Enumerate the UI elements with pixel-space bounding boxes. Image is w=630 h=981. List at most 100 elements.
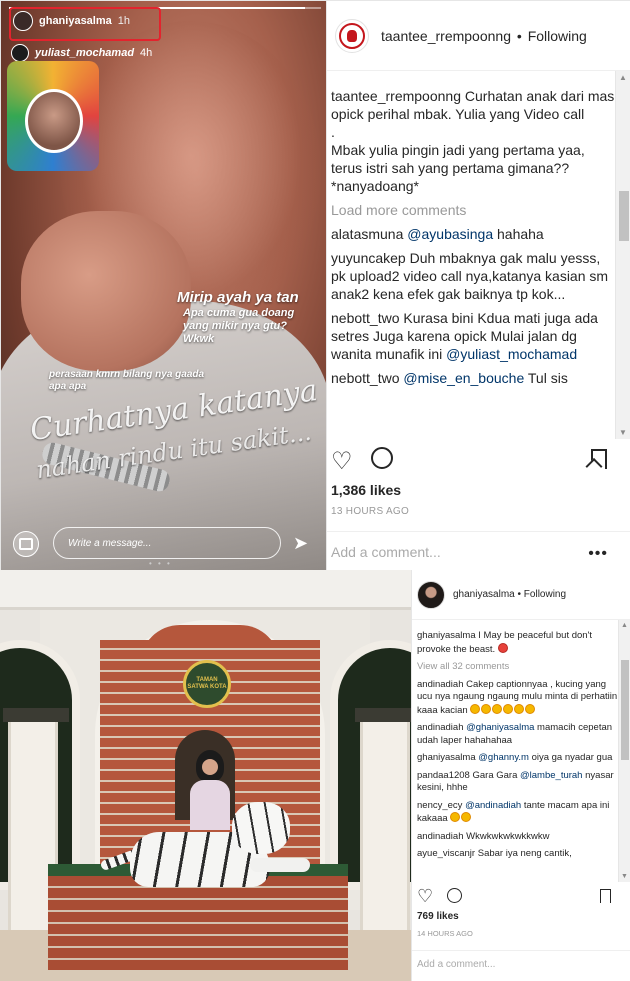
post-time: 14 HOURS AGO bbox=[417, 929, 473, 938]
separator-dot: • bbox=[516, 27, 522, 44]
heart-icon[interactable]: ♡ bbox=[417, 886, 433, 907]
pillar-cap bbox=[355, 708, 411, 722]
comment-text: Tul sis bbox=[524, 370, 568, 386]
comment-mention[interactable]: @lambe_turah bbox=[520, 770, 582, 781]
comment-mention[interactable]: @andinadiah bbox=[465, 800, 521, 811]
mention-username[interactable]: yuliast_mochamad bbox=[35, 47, 134, 59]
roof-image bbox=[0, 570, 411, 610]
comment-username[interactable]: andinadiah bbox=[417, 831, 464, 842]
scroll-thumb[interactable] bbox=[621, 660, 629, 760]
post-header: ghaniyasalma • Following bbox=[412, 570, 630, 620]
post-header: taantee_rrempoonng • Following bbox=[327, 1, 630, 71]
scroll-up-icon[interactable]: ▲ bbox=[619, 73, 627, 82]
laughing-emoji-icon bbox=[481, 703, 492, 714]
comments-scrollbar[interactable]: ▲ ▼ bbox=[618, 620, 630, 882]
comment-username[interactable]: andinadiah bbox=[417, 722, 464, 733]
comment-row: yuyuncakep Duh mbaknya gak malu yesss, p… bbox=[331, 249, 615, 303]
bookmark-icon[interactable] bbox=[591, 449, 607, 469]
scroll-down-icon[interactable]: ▼ bbox=[621, 873, 628, 880]
comment-username[interactable]: nebott_two bbox=[331, 310, 400, 326]
scroll-up-icon[interactable]: ▲ bbox=[621, 622, 628, 629]
bookmark-icon[interactable] bbox=[600, 889, 611, 903]
caption-username[interactable]: ghaniyasalma bbox=[417, 630, 476, 641]
camera-icon[interactable] bbox=[13, 531, 39, 557]
laughing-emoji-icon bbox=[525, 703, 536, 714]
comment-username[interactable]: andinadiah bbox=[417, 679, 464, 690]
laughing-emoji-icon bbox=[450, 812, 461, 822]
comment-mention[interactable]: @ghaniyasalma bbox=[466, 722, 534, 733]
comment-username[interactable]: yuyuncakep bbox=[331, 250, 406, 266]
load-more-comments-link[interactable]: Load more comments bbox=[331, 201, 615, 219]
instagram-post-top: ghaniyasalma 1h yuliast_mochamad 4h Miri… bbox=[0, 0, 630, 571]
post-panel-top: taantee_rrempoonng • Following taantee_r… bbox=[326, 1, 630, 571]
comment-username[interactable]: nebott_two bbox=[331, 370, 400, 386]
account-avatar[interactable] bbox=[417, 580, 445, 609]
comment-icon[interactable] bbox=[447, 888, 462, 903]
follow-status[interactable]: Following bbox=[528, 28, 587, 44]
account-username[interactable]: ghaniyasalma bbox=[453, 589, 515, 600]
story-text-2: Apa cuma gua doang yang mikir nya gtu? W… bbox=[183, 307, 295, 345]
laughing-emoji-icon bbox=[503, 703, 514, 714]
likes-count[interactable]: 769 likes bbox=[417, 911, 459, 922]
comment-row: ghaniyasalma @ghanny.m oiya ga nyadar gu… bbox=[417, 752, 618, 765]
comment-text: Sabar iya neng cantik, bbox=[477, 848, 572, 859]
comment-username[interactable]: alatasmuna bbox=[331, 226, 403, 242]
hand-image bbox=[21, 211, 191, 371]
caption: taantee_rrempoonng Curhatan anak dari ma… bbox=[331, 87, 615, 195]
comment-mention[interactable]: @ghanny.m bbox=[478, 752, 529, 763]
scroll-down-icon[interactable]: ▼ bbox=[619, 428, 627, 437]
laughing-emoji-icon bbox=[461, 812, 472, 822]
heart-icon[interactable]: ♡ bbox=[331, 447, 353, 476]
tiger-leg bbox=[250, 858, 310, 872]
story-mention-row: yuliast_mochamad 4h bbox=[11, 44, 152, 62]
comment-text: Gara Gara bbox=[472, 769, 521, 781]
caption-username[interactable]: taantee_rrempoonng bbox=[331, 88, 461, 104]
comment-icon[interactable] bbox=[371, 447, 393, 469]
comment-mention[interactable]: @yuliast_mochamad bbox=[446, 346, 577, 362]
comment-row: nebott_two @mise_en_bouche Tul sis bbox=[331, 369, 615, 387]
story-dots: • • • bbox=[149, 559, 172, 568]
post-actions: ♡ bbox=[417, 886, 617, 908]
instagram-post-bottom: TAMAN SATWA KOTA ghaniyasalma • Followin… bbox=[0, 570, 630, 981]
account-avatar[interactable] bbox=[335, 18, 369, 53]
comment-username[interactable]: pandaa1208 bbox=[417, 770, 470, 781]
view-all-comments-link[interactable]: View all 32 comments bbox=[417, 661, 618, 674]
comments-list: taantee_rrempoonng Curhatan anak dari ma… bbox=[327, 81, 615, 436]
highlight-box bbox=[9, 7, 161, 41]
heart-sticker bbox=[7, 61, 99, 171]
post-time: 13 HOURS AGO bbox=[331, 506, 410, 517]
pillar-cap bbox=[3, 708, 69, 722]
comment-username[interactable]: ghaniyasalma bbox=[417, 752, 476, 763]
comment-row: nency_ecy @andinadiah tante macam apa in… bbox=[417, 800, 618, 826]
comment-text: hahaha bbox=[493, 226, 544, 242]
comment-text: oiya ga nyadar gua bbox=[528, 752, 613, 763]
face-image bbox=[202, 759, 218, 775]
story-reply-input[interactable]: Write a message... bbox=[53, 527, 281, 559]
account-username[interactable]: taantee_rrempoonng bbox=[381, 28, 511, 44]
laughing-emoji-icon bbox=[470, 703, 481, 714]
white-tiger-image bbox=[99, 802, 310, 892]
follow-status[interactable]: Following bbox=[524, 589, 566, 600]
likes-count[interactable]: 1,386 likes bbox=[331, 482, 401, 498]
sticker-photo bbox=[25, 89, 83, 153]
comment-username[interactable]: ayue_viscanjr bbox=[417, 848, 475, 859]
comment-row: andinadiah Wkwkwkwkwkkwkw bbox=[417, 831, 618, 844]
comment-mention[interactable]: @ayubasinga bbox=[407, 226, 493, 242]
more-options-icon[interactable]: ••• bbox=[588, 545, 608, 563]
post-photo: TAMAN SATWA KOTA bbox=[0, 570, 411, 981]
separator-dot: • bbox=[517, 589, 522, 600]
comments-list: ghaniyasalma I May be peaceful but don't… bbox=[412, 626, 618, 880]
add-comment-input[interactable]: Add a comment... ••• bbox=[327, 531, 630, 571]
send-icon[interactable]: ➤ bbox=[293, 533, 308, 554]
mention-time: 4h bbox=[140, 47, 153, 59]
mention-avatar[interactable] bbox=[11, 44, 29, 62]
scroll-thumb[interactable] bbox=[619, 191, 629, 241]
comment-username[interactable]: nency_ecy bbox=[417, 800, 462, 811]
caption: ghaniyasalma I May be peaceful but don't… bbox=[417, 630, 618, 656]
comments-rows: andinadiah Cakep captionnyaa , kucing ya… bbox=[417, 679, 618, 861]
comments-scrollbar[interactable]: ▲ ▼ bbox=[615, 71, 630, 439]
add-comment-input[interactable]: Add a comment... bbox=[412, 950, 630, 981]
comment-mention[interactable]: @mise_en_bouche bbox=[403, 370, 524, 386]
post-panel-bottom: ghaniyasalma • Following ghaniyasalma I … bbox=[411, 570, 630, 981]
comment-text: Wkwkwkwkwkkwkw bbox=[466, 830, 550, 842]
